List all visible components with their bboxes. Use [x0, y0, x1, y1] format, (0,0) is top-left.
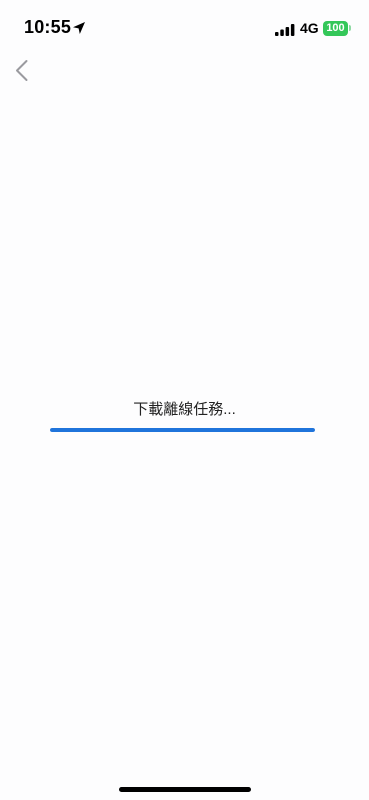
status-time: 10:55 [24, 17, 72, 37]
battery-indicator: 100 [323, 21, 348, 36]
battery-cap [349, 25, 351, 31]
status-bar: 10:55 4G 100 [0, 0, 369, 54]
app-screen: 10:55 4G 100 下載離線任務... [0, 0, 369, 800]
home-indicator[interactable] [119, 787, 251, 792]
location-arrow-icon [72, 21, 86, 35]
chevron-left-icon [16, 60, 28, 81]
back-button[interactable] [10, 56, 38, 86]
progress-bar [50, 428, 315, 432]
signal-bars-icon [275, 23, 295, 36]
loading-label: 下載離線任務... [133, 401, 236, 418]
network-type: 4G [300, 20, 319, 36]
progress-fill [50, 428, 315, 432]
